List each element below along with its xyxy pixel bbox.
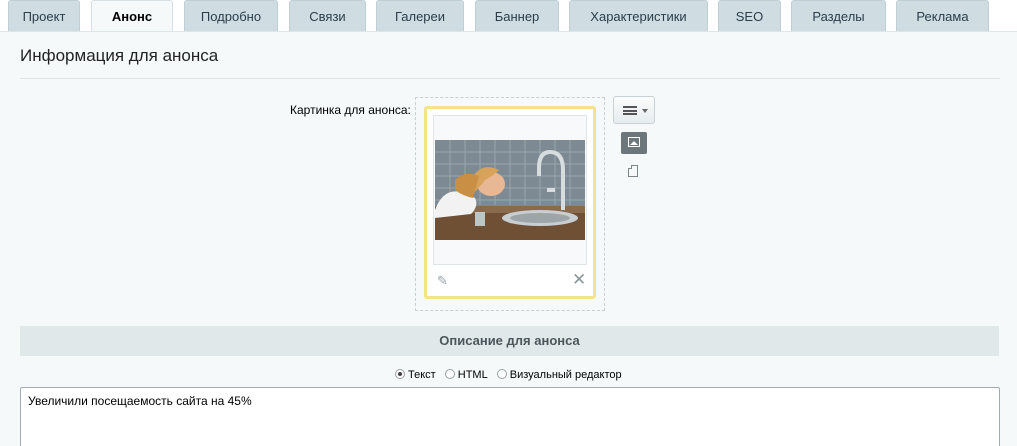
announce-image-graphic (435, 140, 585, 240)
announce-image[interactable] (435, 140, 585, 240)
section-header: Описание для анонса (20, 326, 999, 356)
tab-bar: Проект Анонс Подробно Связи Галереи Банн… (0, 0, 1017, 32)
mode-html-option[interactable]: HTML (444, 369, 488, 381)
radio-icon (395, 369, 405, 379)
mode-html-label: HTML (457, 369, 488, 381)
close-icon[interactable]: ✕ (572, 271, 586, 288)
mode-visual-label: Визуальный редактор (509, 369, 622, 381)
image-menu-button[interactable] (613, 96, 655, 124)
file-icon (628, 165, 638, 177)
pencil-icon[interactable]: ✎ (437, 274, 451, 288)
image-preview-card: ✎ ✕ (424, 106, 596, 299)
tab-characteristics[interactable]: Характеристики (569, 0, 708, 32)
tab-seo[interactable]: SEO (718, 0, 781, 32)
tab-banner[interactable]: Баннер (475, 0, 559, 32)
tab-panel: Информация для анонса Картинка для анонс… (0, 31, 1017, 446)
mode-visual-option[interactable]: Визуальный редактор (496, 369, 622, 381)
mode-text-option[interactable]: Текст (395, 369, 436, 381)
tab-announce[interactable]: Анонс (91, 0, 173, 32)
tab-project[interactable]: Проект (8, 0, 80, 32)
tab-galleries[interactable]: Галереи (376, 0, 464, 32)
mode-text-label: Текст (408, 369, 436, 381)
picture-label: Картинка для анонса: (290, 103, 411, 117)
tab-links[interactable]: Связи (289, 0, 366, 32)
tab-details[interactable]: Подробно (184, 0, 278, 32)
radio-icon (496, 369, 507, 379)
image-icon (628, 137, 640, 147)
description-textarea[interactable]: Увеличили посещаемость сайта на 45% (20, 387, 1000, 446)
image-mode-button[interactable] (621, 132, 647, 154)
page-title: Информация для анонса (20, 46, 219, 65)
chevron-down-icon (642, 109, 648, 113)
radio-icon (444, 369, 455, 379)
file-mode-button[interactable] (628, 165, 640, 179)
tab-ads[interactable]: Реклама (896, 0, 989, 32)
tab-sections[interactable]: Разделы (791, 0, 886, 32)
menu-icon (623, 106, 637, 115)
divider (20, 78, 1000, 79)
image-preview-frame (433, 115, 587, 265)
editor-mode-group: Текст HTML Визуальный редактор (395, 369, 628, 385)
